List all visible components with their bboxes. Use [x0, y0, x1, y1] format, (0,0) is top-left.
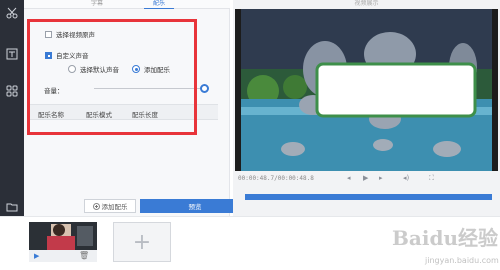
music-table-header: 配乐名称 配乐模式 配乐长度	[30, 104, 218, 120]
tab-subtitle[interactable]: 字幕	[82, 0, 112, 9]
add-music-label: 添加配乐	[144, 66, 170, 74]
app-window: 字幕 配乐 选择视频原声 自定义声音 选择默认声音 添加配乐 音量： 配乐名称 …	[0, 0, 500, 270]
scissors-icon[interactable]	[3, 4, 21, 22]
default-sound-label: 选择默认声音	[80, 66, 119, 74]
next-frame-icon[interactable]: ▸	[379, 174, 383, 182]
prev-frame-icon[interactable]: ◂	[347, 174, 351, 182]
volume-slider-handle[interactable]	[200, 84, 209, 93]
baidu-watermark-url: jingyan.baidu.com	[425, 256, 499, 265]
custom-sound-checkbox[interactable]	[45, 51, 52, 59]
grid-icon[interactable]	[3, 82, 21, 100]
custom-sound-option[interactable]: 自定义声音	[45, 50, 89, 60]
panel-tabs: 字幕 配乐	[24, 0, 230, 9]
clip-controls: ▶ 🗑	[29, 250, 97, 262]
playback-bar: 00:00:48.7/00:00:48.8 ◂ ▶ ▸ ◂) ⛶	[233, 172, 500, 185]
volume-slider[interactable]	[94, 84, 209, 93]
folder-icon[interactable]	[3, 198, 21, 216]
add-music-button-label: 添加配乐	[101, 203, 128, 211]
text-tool-icon[interactable]	[3, 45, 21, 63]
column-music-length: 配乐长度	[132, 111, 158, 119]
tab-music[interactable]: 配乐	[144, 0, 174, 9]
preview-title: 视频展示	[354, 0, 379, 7]
add-music-button[interactable]: 添加配乐	[84, 199, 136, 213]
trash-icon[interactable]: 🗑	[79, 251, 89, 260]
volume-row: 音量：	[44, 85, 64, 95]
column-music-name: 配乐名称	[38, 111, 64, 119]
original-sound-label: 选择视频原声	[56, 31, 95, 39]
original-sound-option[interactable]: 选择视频原声	[45, 29, 95, 39]
add-clip-button[interactable]: +	[113, 222, 171, 262]
add-music-option[interactable]: 添加配乐	[132, 64, 170, 74]
volume-label: 音量：	[44, 87, 64, 95]
original-sound-checkbox[interactable]	[45, 30, 52, 38]
fullscreen-icon[interactable]: ⛶	[429, 174, 434, 183]
plus-icon: +	[132, 229, 152, 255]
column-music-mode: 配乐模式	[86, 111, 112, 119]
preview-panel: 视频展示 00:00:48.7/00:00:48.8 ◂ ▶ ▸ ◂) ⛶	[233, 0, 500, 216]
default-sound-radio[interactable]	[68, 65, 76, 73]
add-music-radio[interactable]	[132, 65, 140, 73]
video-frame-image	[235, 9, 498, 171]
volume-icon[interactable]: ◂)	[403, 174, 409, 182]
plus-circle-icon	[92, 202, 100, 210]
time-display: 00:00:48.7/00:00:48.8	[238, 175, 314, 182]
custom-sound-label: 自定义声音	[56, 52, 89, 60]
default-sound-option[interactable]: 选择默认声音	[68, 64, 119, 74]
video-preview[interactable]	[235, 9, 498, 171]
settings-panel: 字幕 配乐 选择视频原声 自定义声音 选择默认声音 添加配乐 音量： 配乐名称 …	[24, 0, 250, 216]
play-icon[interactable]: ▶	[363, 174, 368, 182]
clip-play-icon[interactable]: ▶	[34, 252, 39, 260]
timeline-progress[interactable]	[245, 194, 492, 200]
